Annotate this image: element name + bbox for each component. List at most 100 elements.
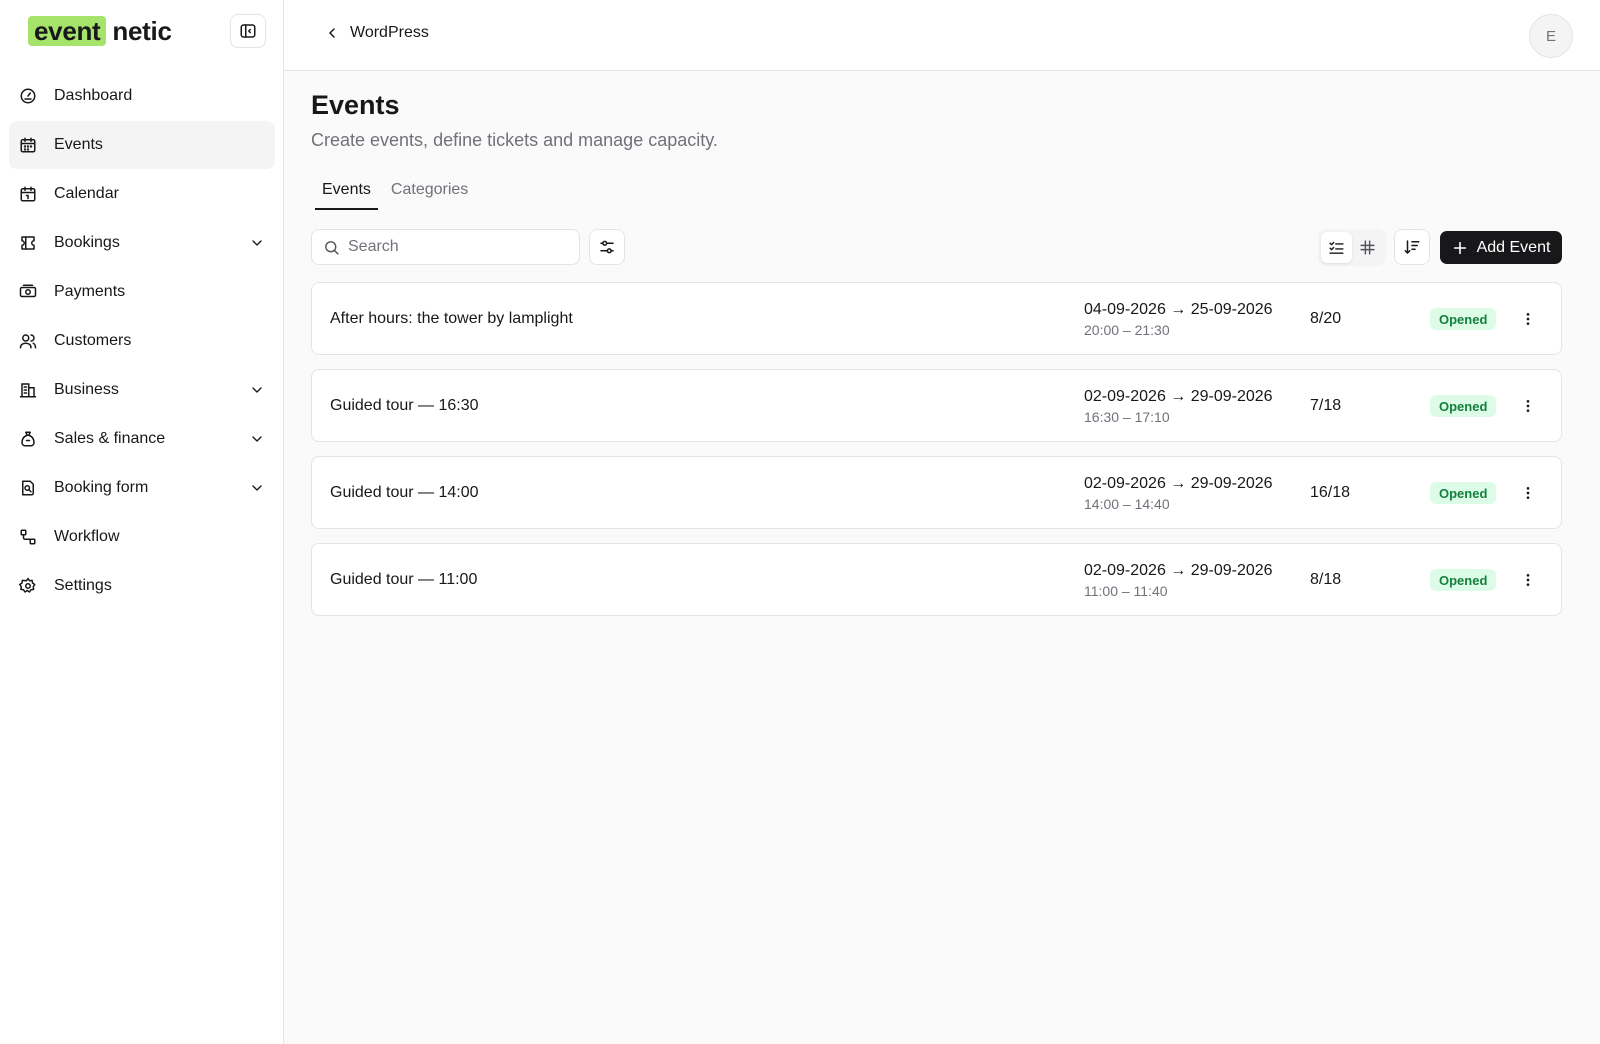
list-item[interactable]: Guided tour — 14:00 02-09-2026 → 29-09-2… [311, 456, 1562, 529]
form-icon [19, 479, 37, 497]
status-badge: Opened [1430, 395, 1497, 417]
sidebar-nav: Dashboard Events Calendar Bookings Payme… [9, 72, 275, 611]
sidebar-item-label: Workflow [54, 528, 120, 545]
sidebar-item-label: Business [54, 381, 119, 398]
sidebar-item-payments[interactable]: Payments [9, 268, 275, 316]
more-vertical-icon [1526, 487, 1530, 499]
grid-view-button[interactable] [1352, 232, 1383, 263]
search-icon [325, 240, 339, 255]
event-capacity: 8/18 [1310, 571, 1342, 588]
event-name: After hours: the tower by lamplight [330, 310, 573, 327]
event-date-range: 02-09-2026 → 29-09-2026 [1084, 475, 1273, 492]
brand-logo-highlight: event [28, 16, 107, 46]
hash-icon [1360, 240, 1375, 255]
list-item[interactable]: Guided tour — 11:00 02-09-2026 → 29-09-2… [311, 543, 1562, 616]
sidebar-item-workflow[interactable]: Workflow [9, 513, 275, 561]
ticket-icon [19, 234, 37, 252]
search-box[interactable] [311, 229, 580, 265]
event-name: Guided tour — 14:00 [330, 484, 479, 501]
view-toggle [1318, 229, 1386, 266]
brand-logo-rest: netic [112, 15, 172, 46]
chevron-down-icon[interactable] [249, 235, 265, 251]
back-link[interactable]: WordPress [324, 24, 429, 42]
tab-events[interactable]: Events [315, 177, 378, 210]
sidebar-item-label: Booking form [54, 479, 149, 496]
avatar[interactable]: E [1529, 14, 1573, 58]
sidebar-item-label: Dashboard [54, 87, 133, 104]
search-input[interactable] [348, 238, 568, 256]
event-list: After hours: the tower by lamplight 04-0… [311, 282, 1562, 630]
list-item[interactable]: Guided tour — 16:30 02-09-2026 → 29-09-2… [311, 369, 1562, 442]
sidebar-item-label: Bookings [54, 234, 120, 251]
tab-categories[interactable]: Categories [384, 177, 475, 210]
top-bar: WordPress E [284, 0, 1600, 71]
sidebar-toggle-icon [240, 24, 256, 38]
users-icon [19, 332, 37, 350]
sliders-icon [600, 240, 614, 254]
brand-logo[interactable]: event netic [28, 14, 172, 48]
event-time-range: 20:00 – 21:30 [1084, 322, 1170, 338]
list-item[interactable]: After hours: the tower by lamplight 04-0… [311, 282, 1562, 355]
sidebar: event netic Dashboard Events Calendar Bo… [0, 0, 284, 1044]
calendar-icon [19, 185, 37, 203]
sidebar-item-events[interactable]: Events [9, 121, 275, 169]
page-subtitle: Create events, define tickets and manage… [311, 130, 718, 150]
chevron-down-icon[interactable] [249, 431, 265, 447]
more-vertical-icon [1526, 574, 1530, 586]
sidebar-item-label: Events [54, 136, 103, 153]
event-capacity: 16/18 [1310, 484, 1351, 501]
sidebar-item-dashboard[interactable]: Dashboard [9, 72, 275, 120]
more-options-button[interactable] [1516, 568, 1540, 592]
checklist-icon [1329, 241, 1344, 254]
sidebar-item-bookings[interactable]: Bookings [9, 219, 275, 267]
more-options-button[interactable] [1516, 481, 1540, 505]
sidebar-item-label: Sales & finance [54, 430, 166, 447]
back-link-label: WordPress [350, 24, 429, 41]
page-title: Events [311, 90, 400, 120]
sort-button[interactable] [1394, 229, 1430, 265]
plus-icon [1453, 241, 1466, 254]
tab-bar: Events Categories [315, 177, 481, 210]
status-badge: Opened [1430, 308, 1497, 330]
sidebar-item-settings[interactable]: Settings [9, 562, 275, 610]
add-event-label: Add Event [1476, 238, 1551, 256]
more-options-button[interactable] [1516, 394, 1540, 418]
chevron-down-icon[interactable] [249, 382, 265, 398]
gear-icon [19, 577, 37, 595]
status-badge: Opened [1430, 569, 1497, 591]
filter-button[interactable] [589, 229, 625, 265]
workflow-icon [19, 528, 37, 546]
sidebar-item-label: Payments [54, 283, 126, 300]
sidebar-item-business[interactable]: Business [9, 366, 275, 414]
event-date-range: 04-09-2026 → 25-09-2026 [1084, 301, 1273, 318]
event-time-range: 16:30 – 17:10 [1084, 409, 1170, 425]
money-bag-icon [19, 430, 37, 448]
status-badge: Opened [1430, 482, 1497, 504]
sidebar-collapse-button[interactable] [230, 14, 266, 48]
chevron-left-icon [329, 28, 335, 38]
event-capacity: 8/20 [1310, 310, 1342, 327]
sidebar-item-sales-finance[interactable]: Sales & finance [9, 415, 275, 463]
dashboard-icon [19, 87, 37, 105]
sidebar-item-booking-form[interactable]: Booking form [9, 464, 275, 512]
sidebar-item-calendar[interactable]: Calendar [9, 170, 275, 218]
sidebar-item-label: Settings [54, 577, 112, 594]
event-name: Guided tour — 11:00 [330, 571, 478, 588]
building-icon [19, 381, 37, 399]
event-date-range: 02-09-2026 → 29-09-2026 [1084, 388, 1273, 405]
add-event-button[interactable]: Add Event [1440, 231, 1562, 264]
sidebar-item-label: Calendar [54, 185, 119, 202]
calendar-grid-icon [19, 136, 37, 154]
event-date-range: 02-09-2026 → 29-09-2026 [1084, 562, 1273, 579]
event-time-range: 14:00 – 14:40 [1084, 496, 1170, 512]
sidebar-item-customers[interactable]: Customers [9, 317, 275, 365]
sort-icon [1404, 240, 1420, 254]
chevron-down-icon[interactable] [249, 480, 265, 496]
money-icon [19, 283, 37, 301]
event-name: Guided tour — 16:30 [330, 397, 479, 414]
sidebar-item-label: Customers [54, 332, 132, 349]
list-view-button[interactable] [1321, 232, 1352, 263]
more-options-button[interactable] [1516, 307, 1540, 331]
more-vertical-icon [1526, 313, 1530, 325]
event-time-range: 11:00 – 11:40 [1084, 583, 1168, 599]
